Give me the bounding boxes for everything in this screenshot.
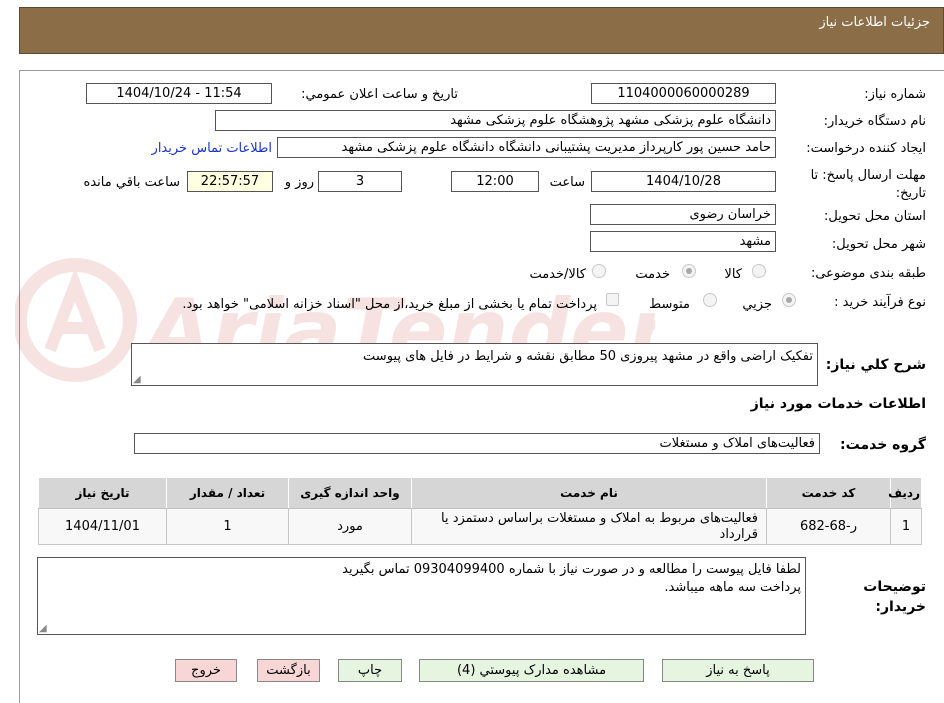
col-service-code: کد خدمت <box>766 477 891 509</box>
resize-grip-icon[interactable]: ◢ <box>133 374 141 385</box>
table-header-row: رديف کد خدمت نام خدمت واحد اندازه گيری ت… <box>38 477 922 509</box>
services-section-title: اطلاعات خدمات مورد نياز <box>750 396 926 412</box>
category-goods-service-radio[interactable] <box>592 264 606 278</box>
treasury-note: پرداخت تمام یا بخشی از مبلغ خرید،از محل … <box>182 297 597 312</box>
remaining-time-label: ساعت باقي مانده <box>83 175 180 190</box>
reply-to-need-button[interactable]: پاسخ به نياز <box>662 659 814 682</box>
buyer-notes-textarea: لطفا فایل پیوست را مطالعه و در صورت نیاز… <box>37 557 806 635</box>
cell-row-number: 1 <box>890 508 922 545</box>
deadline-time-label: ساعت <box>549 175 585 190</box>
category-service-radio[interactable] <box>682 264 696 278</box>
city-field: مشهد <box>590 231 776 252</box>
buyer-notes-line-1: لطفا فایل پیوست را مطالعه و در صورت نیاز… <box>342 562 801 577</box>
requester-label: ايجاد کننده درخواست: <box>806 141 926 156</box>
col-need-date: تاريخ نياز <box>38 477 167 509</box>
table-row: 1 ر-68-682 فعالیت‌های مربوط به املاک و م… <box>38 508 922 545</box>
print-button[interactable]: چاپ <box>338 659 402 682</box>
days-label: روز و <box>284 175 314 190</box>
resize-grip-icon[interactable]: ◢ <box>39 623 47 634</box>
buyer-org-label: نام دستگاه خريدار: <box>823 114 926 129</box>
city-label: شهر محل تحويل: <box>831 237 926 252</box>
service-group-field: فعالیت‌های املاک و مستغلات <box>134 433 820 454</box>
process-type-label: نوع فرآيند خريد : <box>834 295 926 310</box>
services-table: رديف کد خدمت نام خدمت واحد اندازه گيری ت… <box>38 477 922 545</box>
cell-unit: مورد <box>288 508 412 545</box>
province-label: استان محل تحويل: <box>824 209 926 224</box>
col-unit: واحد اندازه گيری <box>288 477 412 509</box>
description-textarea: تفکیک اراضی واقع در مشهد پیروزی 50 مطابق… <box>131 343 818 386</box>
deadline-date-field: 1404/10/28 <box>591 171 776 192</box>
process-medium-label: متوسط <box>649 297 690 312</box>
back-button[interactable]: بازگشت <box>257 659 320 682</box>
description-text: تفکیک اراضی واقع در مشهد پیروزی 50 مطابق… <box>363 349 813 364</box>
buyer-notes-label: توضيحات خريدار: <box>863 579 926 615</box>
process-minor-label: جزيي <box>742 297 772 312</box>
deadline-label: مهلت ارسال پاسخ: تا تاريخ: <box>810 168 926 201</box>
category-goods-label: کالا <box>724 267 742 282</box>
category-goods-service-label: کالا/خدمت <box>529 267 586 282</box>
requester-field: حامد حسین پور کارپرداز مدیریت پشتیبانی د… <box>277 137 776 158</box>
treasury-checkbox[interactable] <box>606 293 619 306</box>
cell-quantity: 1 <box>166 508 289 545</box>
buyer-notes-line-2: پرداخت سه ماهه میباشد. <box>664 580 801 595</box>
page-title: جزئيات اطلاعات نياز <box>819 15 930 30</box>
buyer-org-field: دانشگاه علوم پزشکی مشهد پژوهشگاه علوم پز… <box>215 110 776 131</box>
service-group-label: گروه خدمت: <box>840 437 926 453</box>
province-field: خراسان رضوی <box>590 204 776 225</box>
remaining-time-field: 22:57:57 <box>187 171 273 192</box>
exit-button[interactable]: خروج <box>175 659 237 682</box>
need-number-field: 1104000060000289 <box>591 83 776 104</box>
col-row-number: رديف <box>888 477 922 509</box>
view-attachments-button[interactable]: مشاهده مدارک پيوستي (4) <box>419 659 644 682</box>
need-number-label: شماره نياز: <box>864 87 926 102</box>
days-remaining-field: 3 <box>318 171 402 192</box>
category-service-label: خدمت <box>635 267 670 282</box>
col-quantity: تعداد / مقدار <box>166 477 289 509</box>
description-label: شرح کلي نياز: <box>825 357 926 373</box>
announce-date-label: تاريخ و ساعت اعلان عمومي: <box>301 87 458 102</box>
col-service-name: نام خدمت <box>411 477 767 509</box>
page-header <box>19 7 944 54</box>
process-medium-radio[interactable] <box>703 293 717 307</box>
deadline-time-field: 12:00 <box>451 171 539 192</box>
category-label: طبقه بندی موضوعی: <box>810 266 926 281</box>
buyer-contact-link[interactable]: اطلاعات تماس خريدار <box>152 141 272 156</box>
process-minor-radio[interactable] <box>782 293 796 307</box>
cell-service-name: فعالیت‌های مربوط به املاک و مستغلات براس… <box>411 508 767 545</box>
announce-date-field: 1404/10/24 - 11:54 <box>86 83 272 104</box>
category-goods-radio[interactable] <box>752 264 766 278</box>
cell-need-date: 1404/11/01 <box>38 508 167 545</box>
cell-service-code: ر-68-682 <box>766 508 891 545</box>
